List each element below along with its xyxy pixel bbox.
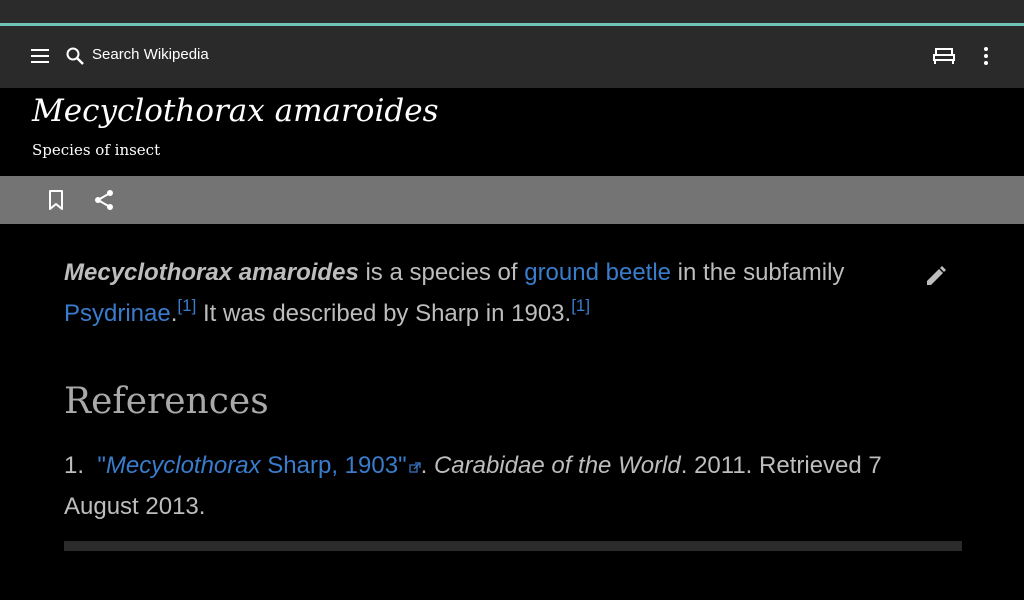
text-span: is a species of	[358, 259, 525, 286]
section-divider	[64, 541, 962, 551]
link-psydrinae[interactable]: Psydrinae	[64, 300, 171, 327]
reference-link-rest: Sharp, 1903	[260, 452, 399, 479]
reference-link[interactable]: "Mecyclothorax Sharp, 1903"	[97, 452, 406, 479]
text-span: .	[420, 452, 434, 479]
quote-open: "	[97, 452, 106, 479]
search-input[interactable]: Search Wikipedia	[92, 46, 209, 63]
quote-close: "	[398, 452, 407, 479]
overflow-menu-icon[interactable]	[980, 46, 992, 66]
article-subject-name: Mecyclothorax amaroides	[64, 259, 359, 286]
bookmark-icon[interactable]	[46, 189, 66, 211]
status-bar	[0, 0, 1024, 24]
citation-link[interactable]: [1]	[177, 296, 196, 315]
page-title: Mecyclothorax amaroides	[32, 93, 439, 129]
edit-icon[interactable]	[924, 264, 948, 288]
search-icon[interactable]	[65, 46, 85, 66]
lead-paragraph: Mecyclothorax amaroides is a species of …	[64, 252, 894, 334]
reference-item: 1. "Mecyclothorax Sharp, 1903" . Carabid…	[64, 445, 904, 527]
citation-link[interactable]: [1]	[571, 296, 590, 315]
reading-list-icon[interactable]	[932, 46, 956, 66]
article-action-bar	[0, 176, 1024, 224]
link-ground-beetle[interactable]: ground beetle	[524, 259, 671, 286]
menu-icon[interactable]	[30, 47, 50, 65]
references-heading: References	[64, 381, 269, 422]
external-link-icon	[408, 462, 421, 473]
reference-source: Carabidae of the World	[433, 452, 681, 479]
share-icon[interactable]	[92, 188, 116, 212]
text-span: in the subfamily	[671, 259, 845, 286]
reference-number: 1.	[64, 452, 85, 479]
text-span: It was described by Sharp in 1903.	[196, 300, 572, 327]
page-subtitle: Species of insect	[32, 141, 161, 159]
reference-link-italic: Mecyclothorax	[105, 452, 261, 479]
article-lead: Mecyclothorax amaroides is a species of …	[64, 252, 894, 334]
